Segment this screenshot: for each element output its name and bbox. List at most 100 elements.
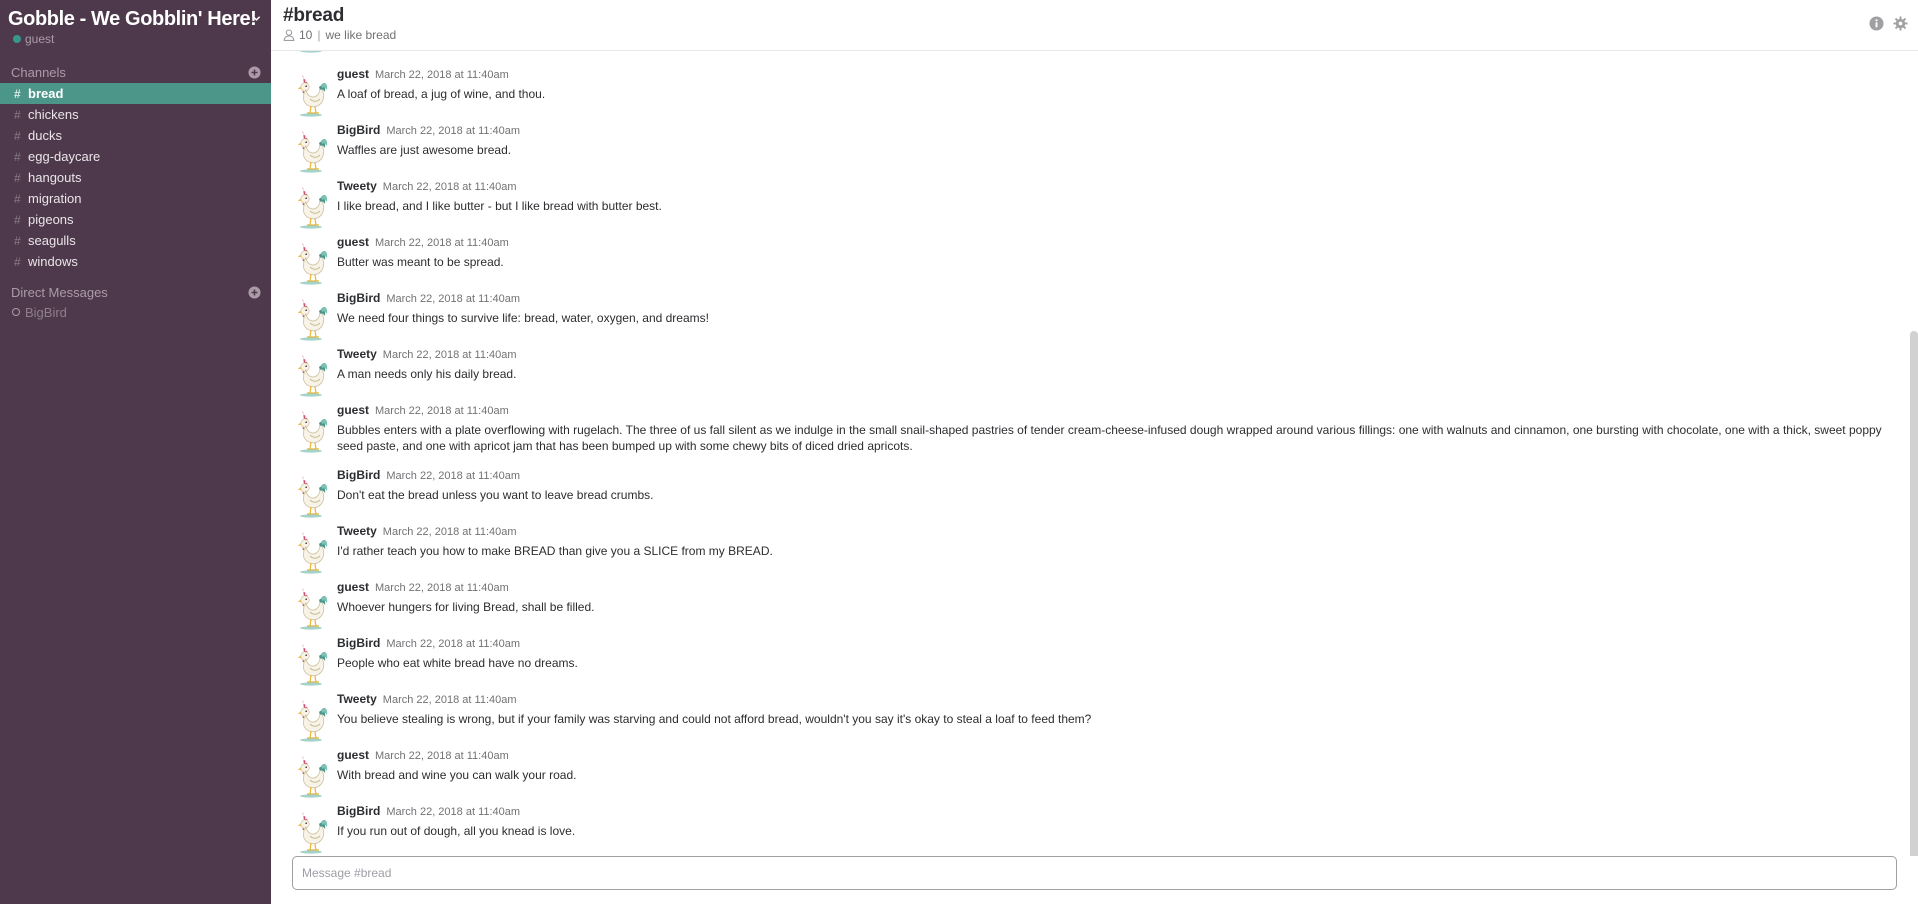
message-text: Bubbles enters with a plate overflowing … <box>337 423 1882 453</box>
rooster-avatar[interactable] <box>292 73 328 117</box>
person-icon[interactable] <box>283 29 295 41</box>
message-list[interactable]: guest March 22, 2018 at 11:40am A loaf of … <box>271 51 1918 856</box>
message-author[interactable]: guest <box>337 403 369 417</box>
gear-icon[interactable] <box>1893 16 1908 31</box>
scrollbar[interactable] <box>1910 331 1918 856</box>
rooster-avatar[interactable] <box>292 51 328 53</box>
dm-label[interactable]: Direct Messages <box>11 285 108 300</box>
message-item[interactable]: BigBird March 22, 2018 at 11:40am If you r… <box>292 798 1896 854</box>
info-icon[interactable] <box>1869 16 1884 31</box>
message-author[interactable]: Tweety <box>337 347 377 361</box>
message-author[interactable]: guest <box>337 580 369 594</box>
team-menu[interactable]: Gobble - We Gobblin' Here! guest <box>0 0 271 50</box>
message-item[interactable]: guest March 22, 2018 at 11:40am Bubbles en… <box>292 397 1896 462</box>
rooster-avatar[interactable] <box>292 586 328 630</box>
rooster-avatar[interactable] <box>292 353 328 397</box>
hash-icon: # <box>14 254 21 269</box>
message-author[interactable]: BigBird <box>337 468 380 482</box>
channel-item-ducks[interactable]: # ducks <box>0 125 271 146</box>
message-item[interactable]: Tweety March 22, 2018 at 11:40am You belie… <box>292 686 1896 742</box>
message-header: Tweety March 22, 2018 at 11:40am <box>337 524 1896 538</box>
message-item[interactable]: BigBird March 22, 2018 at 11:40am We need … <box>292 285 1896 341</box>
message-item[interactable]: BigBird March 22, 2018 at 11:40am People w… <box>292 630 1896 686</box>
chevron-down-icon[interactable] <box>252 14 261 23</box>
message-timestamp[interactable]: March 22, 2018 at 11:40am <box>375 405 509 417</box>
channel-item-hangouts[interactable]: # hangouts <box>0 167 271 188</box>
message-timestamp[interactable]: March 22, 2018 at 11:40am <box>383 694 517 706</box>
message-body: BigBird March 22, 2018 at 11:40am If you r… <box>337 804 1896 854</box>
dm-section-header: Direct Messages <box>0 282 271 302</box>
message-item[interactable]: BigBird March 22, 2018 at 11:40am Don't ea… <box>292 462 1896 518</box>
channel-topic[interactable]: we like bread <box>325 28 396 42</box>
message-input[interactable] <box>292 856 1897 890</box>
channel-item-migration[interactable]: # migration <box>0 188 271 209</box>
message-author[interactable]: BigBird <box>337 636 380 650</box>
sidebar: Gobble - We Gobblin' Here! guest Channel… <box>0 0 271 904</box>
message-timestamp[interactable]: March 22, 2018 at 11:40am <box>383 349 517 361</box>
channel-item-chickens[interactable]: # chickens <box>0 104 271 125</box>
app-window: Gobble - We Gobblin' Here! guest Channel… <box>0 0 1918 904</box>
message-body: Tweety March 22, 2018 at 11:40am I like br… <box>337 179 1896 229</box>
message-text: If you run out of dough, all you knead i… <box>337 824 576 838</box>
message-author[interactable]: BigBird <box>337 804 380 818</box>
rooster-avatar[interactable] <box>292 810 328 854</box>
message-author[interactable]: Tweety <box>337 179 377 193</box>
member-count[interactable]: 10 <box>299 28 312 42</box>
rooster-avatar[interactable] <box>292 129 328 173</box>
message-item[interactable]: guest March 22, 2018 at 11:40am A loaf of … <box>292 61 1896 117</box>
channel-item-bread[interactable]: # bread <box>0 83 271 104</box>
message-item[interactable]: BigBird March 22, 2018 at 11:40am Waffles … <box>292 117 1896 173</box>
dm-name: BigBird <box>25 304 67 320</box>
message-author[interactable]: Tweety <box>337 692 377 706</box>
message-timestamp[interactable]: March 22, 2018 at 11:40am <box>383 526 517 538</box>
message-timestamp[interactable]: March 22, 2018 at 11:40am <box>386 470 520 482</box>
channel-item-seagulls[interactable]: # seagulls <box>0 230 271 251</box>
presence-online-icon <box>13 35 21 43</box>
message-author[interactable]: guest <box>337 67 369 81</box>
channel-item-windows[interactable]: # windows <box>0 251 271 272</box>
message-header: guest March 22, 2018 at 11:40am <box>337 580 1896 594</box>
message-item[interactable]: Tweety March 22, 2018 at 11:40am I'd rathe… <box>292 518 1896 574</box>
dm-item-bigbird[interactable]: BigBird <box>0 302 271 322</box>
hash-icon: # <box>14 233 21 248</box>
channels-label[interactable]: Channels <box>11 65 66 80</box>
message-text: Butter was meant to be spread. <box>337 255 504 269</box>
message-timestamp[interactable]: March 22, 2018 at 11:40am <box>375 69 509 81</box>
message-author[interactable]: Tweety <box>337 524 377 538</box>
rooster-avatar[interactable] <box>292 754 328 798</box>
message-author[interactable]: BigBird <box>337 123 380 137</box>
rooster-avatar[interactable] <box>292 474 328 518</box>
message-item[interactable]: Tweety March 22, 2018 at 11:40am I like br… <box>292 173 1896 229</box>
message-body: guest March 22, 2018 at 11:40am Butter was… <box>337 235 1896 285</box>
message-timestamp[interactable]: March 22, 2018 at 11:40am <box>383 181 517 193</box>
rooster-avatar[interactable] <box>292 698 328 742</box>
rooster-avatar[interactable] <box>292 409 328 453</box>
message-author[interactable]: guest <box>337 235 369 249</box>
rooster-avatar[interactable] <box>292 297 328 341</box>
message-text: A loaf of bread, a jug of wine, and thou… <box>337 87 546 101</box>
add-dm-icon[interactable] <box>248 285 261 299</box>
message-author[interactable]: guest <box>337 748 369 762</box>
message-body: BigBird March 22, 2018 at 11:40am Don't ea… <box>337 468 1896 518</box>
rooster-avatar[interactable] <box>292 530 328 574</box>
message-timestamp[interactable]: March 22, 2018 at 11:40am <box>386 806 520 818</box>
add-channel-icon[interactable] <box>248 65 261 79</box>
rooster-avatar[interactable] <box>292 642 328 686</box>
message-item[interactable]: Tweety March 22, 2018 at 11:40am A man nee… <box>292 341 1896 397</box>
message-timestamp[interactable]: March 22, 2018 at 11:40am <box>375 237 509 249</box>
message-item[interactable]: guest March 22, 2018 at 11:40am Butter was… <box>292 229 1896 285</box>
message-timestamp[interactable]: March 22, 2018 at 11:40am <box>386 638 520 650</box>
channel-item-pigeons[interactable]: # pigeons <box>0 209 271 230</box>
message-author[interactable]: BigBird <box>337 291 380 305</box>
message-item[interactable]: guest March 22, 2018 at 11:40am Whoever hu… <box>292 574 1896 630</box>
rooster-avatar[interactable] <box>292 185 328 229</box>
message-timestamp[interactable]: March 22, 2018 at 11:40am <box>375 750 509 762</box>
channel-item-egg-daycare[interactable]: # egg-daycare <box>0 146 271 167</box>
message-timestamp[interactable]: March 22, 2018 at 11:40am <box>375 582 509 594</box>
rooster-avatar[interactable] <box>292 241 328 285</box>
message-timestamp[interactable]: March 22, 2018 at 11:40am <box>386 293 520 305</box>
message-item[interactable]: guest March 22, 2018 at 11:40am With bread… <box>292 742 1896 798</box>
message-timestamp[interactable]: March 22, 2018 at 11:40am <box>386 125 520 137</box>
channel-name: pigeons <box>28 212 74 227</box>
clipped-previous-message <box>292 51 1896 61</box>
